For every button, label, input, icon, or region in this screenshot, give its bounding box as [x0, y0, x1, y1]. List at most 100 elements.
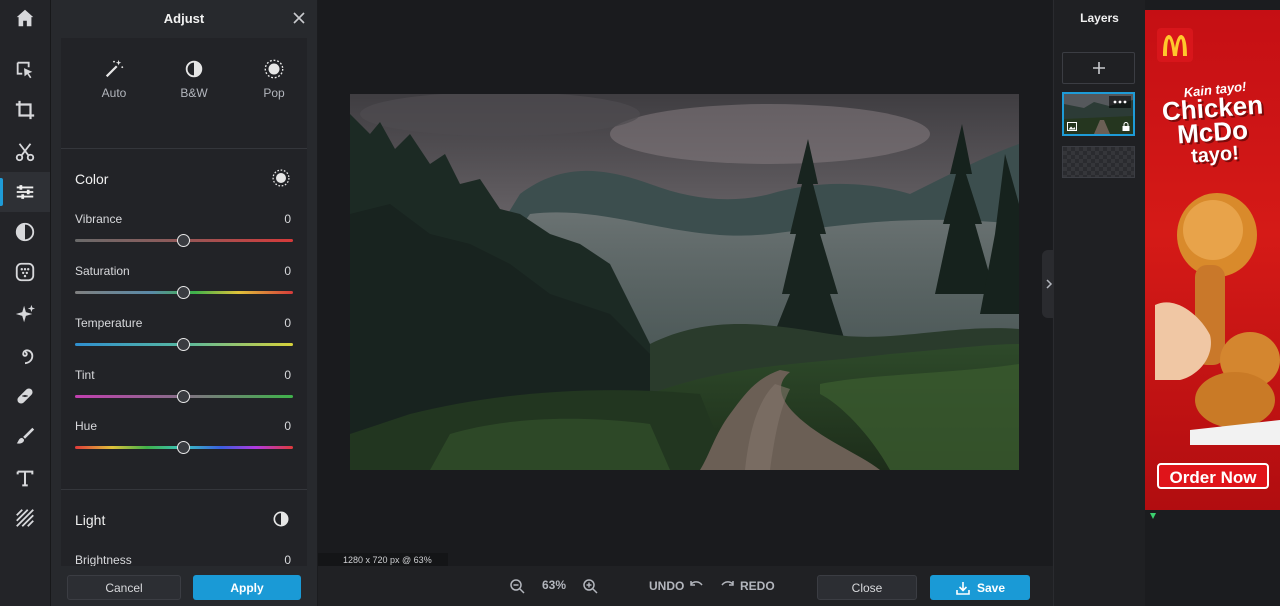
lock-icon [1122, 122, 1130, 131]
text-icon [16, 470, 34, 487]
download-icon [956, 581, 970, 595]
vibrance-handle[interactable] [177, 234, 190, 247]
golden-arches-icon [1163, 35, 1187, 56]
tint-value: 0 [284, 368, 291, 382]
temperature-handle[interactable] [177, 338, 190, 351]
zoom-out-button[interactable] [509, 578, 525, 594]
color-reset-icon[interactable] [271, 168, 291, 188]
swirl-icon [22, 349, 34, 365]
redo-icon [721, 581, 734, 586]
tool-liquify[interactable] [0, 334, 50, 374]
advertisement[interactable]: Kain tayo! Chicken McDo tayo! Order Now [1145, 10, 1280, 510]
contrast-icon[interactable] [271, 509, 291, 529]
chevron-right-icon [1046, 279, 1053, 289]
redo-label: REDO [740, 579, 775, 593]
cancel-button[interactable]: Cancel [67, 575, 181, 600]
divider [61, 489, 307, 490]
fried-chicken-image [1155, 193, 1280, 445]
brush-icon [16, 427, 35, 444]
adjust-panel-body: Auto B&W Pop Color Vibrance 0 Saturation… [61, 38, 307, 566]
layers-title: Layers [1080, 11, 1119, 25]
add-layer-button[interactable] [1062, 52, 1135, 84]
light-section-title: Light [75, 512, 106, 528]
scissors-icon [15, 143, 35, 162]
canvas-dimensions: 1280 x 720 px @ 63% [318, 553, 448, 566]
more-icon [1113, 100, 1127, 104]
panel-footer: Cancel Apply [51, 568, 317, 606]
tint-handle[interactable] [177, 390, 190, 403]
pattern-icon [16, 509, 34, 527]
tool-cut[interactable] [0, 132, 50, 172]
canvas-image[interactable] [350, 94, 1019, 470]
tool-pattern[interactable] [0, 498, 50, 538]
tint-label: Tint [75, 368, 95, 382]
half-circle-icon [185, 60, 203, 78]
panel-title: Adjust [163, 10, 205, 26]
tool-heal[interactable] [0, 376, 50, 416]
undo-button[interactable]: UNDO [649, 578, 704, 594]
apply-button[interactable]: Apply [193, 575, 301, 600]
color-section-title: Color [75, 171, 109, 187]
zoom-in-icon [583, 579, 598, 594]
redo-button[interactable]: REDO [720, 578, 775, 594]
undo-icon [690, 581, 703, 586]
mcdonalds-logo [1157, 28, 1193, 62]
effects-icon [15, 262, 35, 282]
divider [61, 148, 307, 149]
ad-order-now-button[interactable]: Order Now [1157, 463, 1269, 489]
close-icon [293, 12, 305, 24]
filter-icon [15, 222, 35, 242]
zoom-out-icon [510, 579, 525, 594]
tool-sidebar [0, 0, 51, 606]
pop-button[interactable]: Pop [234, 58, 307, 100]
saturation-label: Saturation [75, 264, 130, 278]
pop-label: Pop [263, 86, 285, 100]
ad-spacer [1145, 0, 1280, 10]
layer-options-button[interactable] [1109, 96, 1131, 108]
bandage-icon [17, 388, 33, 404]
ad-footer [1145, 510, 1280, 606]
pop-icon [264, 59, 284, 79]
panel-close-button[interactable] [289, 8, 309, 28]
tool-select[interactable] [0, 50, 50, 90]
home-button[interactable] [0, 0, 50, 36]
tool-retouch[interactable] [0, 294, 50, 334]
sparkle-icon [15, 304, 36, 323]
image-layer-icon [1067, 122, 1077, 131]
zoom-in-button[interactable] [582, 578, 598, 594]
tool-draw[interactable] [0, 416, 50, 456]
auto-label: Auto [101, 86, 127, 100]
layers-panel: Layers [1053, 0, 1145, 606]
plus-icon [1092, 62, 1105, 74]
tool-adjust[interactable] [0, 172, 50, 212]
save-button[interactable]: Save [930, 575, 1030, 600]
saturation-value: 0 [284, 264, 291, 278]
sliders-icon [16, 185, 34, 199]
crop-icon [15, 100, 35, 120]
tool-filters[interactable] [0, 212, 50, 252]
temperature-label: Temperature [75, 316, 143, 330]
layer-thumbnail-image[interactable] [1062, 92, 1135, 136]
brightness-label: Brightness [75, 553, 132, 566]
close-button[interactable]: Close [817, 575, 917, 600]
ad-badge-icon [1150, 513, 1156, 519]
temperature-value: 0 [284, 316, 291, 330]
saturation-handle[interactable] [177, 286, 190, 299]
save-label: Save [976, 580, 1006, 595]
auto-button[interactable]: Auto [74, 58, 154, 100]
bw-button[interactable]: B&W [154, 58, 234, 100]
hue-handle[interactable] [177, 441, 190, 454]
layer-thumbnail-transparent[interactable] [1062, 146, 1135, 178]
zoom-level: 63% [542, 578, 567, 592]
hue-value: 0 [284, 419, 291, 433]
tool-text[interactable] [0, 458, 50, 498]
tool-crop[interactable] [0, 90, 50, 130]
vibrance-value: 0 [284, 212, 291, 226]
select-icon [16, 61, 33, 79]
forest-landscape-image [350, 94, 1019, 470]
undo-label: UNDO [649, 579, 685, 593]
tool-effects[interactable] [0, 252, 50, 292]
canvas-area [318, 0, 1052, 566]
magic-wand-icon [105, 59, 124, 78]
vibrance-label: Vibrance [75, 212, 123, 226]
